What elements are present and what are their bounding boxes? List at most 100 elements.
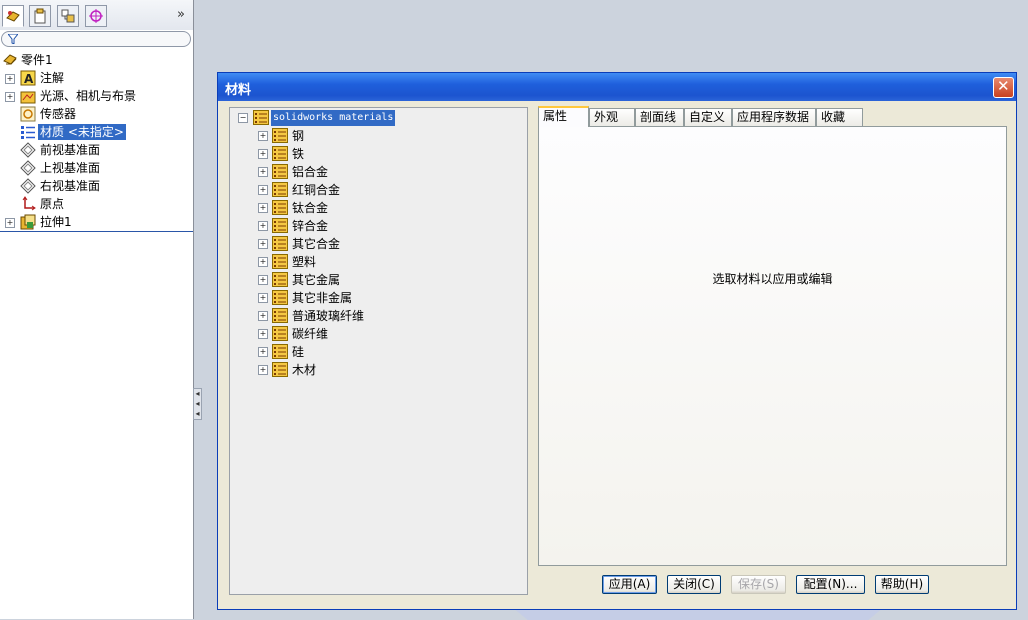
material-folder-icon <box>272 362 288 377</box>
material-category-label: 其它金属 <box>292 273 341 287</box>
help-button[interactable]: 帮助(H) <box>875 575 929 594</box>
tree-item-label: 零件1 <box>21 53 53 67</box>
apply-button[interactable]: 应用(A) <box>602 575 657 594</box>
tab-appearance[interactable]: 外观 <box>589 108 635 126</box>
materials-tree[interactable]: − solidworks materials + 钢 + 铁 + 铝合金 + 红铜合金 + 钛合金… <box>229 107 528 595</box>
configurationmanager-tab[interactable] <box>57 5 79 27</box>
material-category-label: 木材 <box>292 363 317 377</box>
tree-item-extrude[interactable]: + 拉伸1 <box>0 213 193 231</box>
expand-toggle[interactable]: + <box>5 74 15 84</box>
material-library-icon <box>253 110 269 125</box>
material-folder-icon <box>272 344 288 359</box>
properties-panel: 选取材料以应用或编辑 <box>538 126 1007 566</box>
material-category-item[interactable]: + 木材 <box>230 361 527 379</box>
plane-icon <box>20 142 36 158</box>
material-category-item[interactable]: + 硅 <box>230 343 527 361</box>
tab-custom[interactable]: 自定义 <box>684 108 732 126</box>
collapse-toggle[interactable]: − <box>238 113 248 123</box>
expand-toggle[interactable]: + <box>258 365 268 375</box>
expand-toggle[interactable]: + <box>258 293 268 303</box>
close-button[interactable]: ✕ <box>993 77 1014 98</box>
material-category-item[interactable]: + 其它金属 <box>230 271 527 289</box>
material-category-item[interactable]: + 钢 <box>230 127 527 145</box>
expand-toggle[interactable]: + <box>258 131 268 141</box>
material-folder-icon <box>272 290 288 305</box>
expand-toggle[interactable]: + <box>258 149 268 159</box>
expand-toggle[interactable]: + <box>258 203 268 213</box>
tree-item-label: 传感器 <box>40 107 77 121</box>
tab-crosshatch[interactable]: 剖面线 <box>635 108 684 126</box>
material-category-item[interactable]: + 普通玻璃纤维 <box>230 307 527 325</box>
material-category-label: 钢 <box>292 129 305 143</box>
featuremanager-tab[interactable] <box>2 5 24 27</box>
material-category-label: 锌合金 <box>292 219 329 233</box>
expand-toggle[interactable]: + <box>258 329 268 339</box>
propertymanager-tab[interactable] <box>29 5 51 27</box>
material-category-item[interactable]: + 铁 <box>230 145 527 163</box>
material-category-label: 碳纤维 <box>292 327 329 341</box>
material-category-item[interactable]: + 碳纤维 <box>230 325 527 343</box>
expand-toggle[interactable]: + <box>258 311 268 321</box>
extrude-icon <box>20 214 36 230</box>
material-category-item[interactable]: + 其它非金属 <box>230 289 527 307</box>
material-category-item[interactable]: + 塑料 <box>230 253 527 271</box>
expand-toggle[interactable]: + <box>5 218 15 228</box>
material-category-item[interactable]: + 铝合金 <box>230 163 527 181</box>
dialog-titlebar[interactable]: 材料 ✕ <box>218 73 1016 101</box>
expand-toggle[interactable]: + <box>258 167 268 177</box>
sensors-icon <box>20 106 36 122</box>
dialog-body: − solidworks materials + 钢 + 铁 + 铝合金 + 红铜合金 + 钛合金… <box>218 101 1016 609</box>
tree-item-annotations[interactable]: + A 注解 <box>0 69 193 87</box>
tree-item-right-plane[interactable]: 右视基准面 <box>0 177 193 195</box>
expand-toggle[interactable]: + <box>258 185 268 195</box>
tree-item-front-plane[interactable]: 前视基准面 <box>0 141 193 159</box>
material-folder-icon <box>272 218 288 233</box>
configurationmanager-icon <box>61 9 75 23</box>
material-folder-icon <box>272 182 288 197</box>
feature-tree: 零件1 + A 注解 + 光源、相机与布景 传感器 材质 <未指定> 前视基准面… <box>0 51 193 231</box>
feature-manager-panel: » 零件1 + A 注解 + 光源、相机与布景 传感器 材质 <未指定> 前视基… <box>0 0 194 619</box>
tree-item-origin[interactable]: 原点 <box>0 195 193 213</box>
tab-application-data[interactable]: 应用程序数据 <box>732 108 816 126</box>
tree-divider <box>0 231 193 232</box>
save-button[interactable]: 保存(S) <box>731 575 786 594</box>
manager-tabs-bar: » <box>0 0 193 30</box>
close-dialog-button[interactable]: 关闭(C) <box>667 575 721 594</box>
panel-collapse-handle[interactable]: ◂ ◂ ◂ <box>193 388 202 420</box>
tree-item-part[interactable]: 零件1 <box>0 51 193 69</box>
svg-text:A: A <box>24 72 34 86</box>
expand-panel-icon[interactable]: » <box>177 7 185 22</box>
tree-item-material[interactable]: 材质 <未指定> <box>0 123 193 141</box>
expand-toggle[interactable]: + <box>258 257 268 267</box>
material-folder-icon <box>272 308 288 323</box>
material-category-label: 铝合金 <box>292 165 329 179</box>
tree-item-top-plane[interactable]: 上视基准面 <box>0 159 193 177</box>
material-category-label: 钛合金 <box>292 201 329 215</box>
dimxpert-icon <box>89 9 103 23</box>
tree-filter-input[interactable] <box>1 31 191 47</box>
tree-item-lights-cameras-scene[interactable]: + 光源、相机与布景 <box>0 87 193 105</box>
material-folder-icon <box>272 236 288 251</box>
materials-tree-root[interactable]: − solidworks materials <box>230 109 527 127</box>
material-category-item[interactable]: + 其它合金 <box>230 235 527 253</box>
config-button[interactable]: 配置(N)... <box>796 575 865 594</box>
material-category-item[interactable]: + 红铜合金 <box>230 181 527 199</box>
material-category-item[interactable]: + 锌合金 <box>230 217 527 235</box>
materials-root-label: solidworks materials <box>271 110 396 126</box>
material-folder-icon <box>272 272 288 287</box>
dimxpert-tab[interactable] <box>85 5 107 27</box>
plane-icon <box>20 160 36 176</box>
material-category-item[interactable]: + 钛合金 <box>230 199 527 217</box>
material-folder-icon <box>272 254 288 269</box>
origin-icon <box>22 196 36 211</box>
expand-toggle[interactable]: + <box>258 347 268 357</box>
tree-item-sensors[interactable]: 传感器 <box>0 105 193 123</box>
select-material-hint: 选取材料以应用或编辑 <box>712 272 833 286</box>
expand-toggle[interactable]: + <box>5 92 15 102</box>
tab-properties[interactable]: 属性 <box>538 106 589 127</box>
tree-item-label: 注解 <box>40 71 65 85</box>
expand-toggle[interactable]: + <box>258 275 268 285</box>
expand-toggle[interactable]: + <box>258 221 268 231</box>
expand-toggle[interactable]: + <box>258 239 268 249</box>
tab-favorites[interactable]: 收藏 <box>816 108 863 126</box>
